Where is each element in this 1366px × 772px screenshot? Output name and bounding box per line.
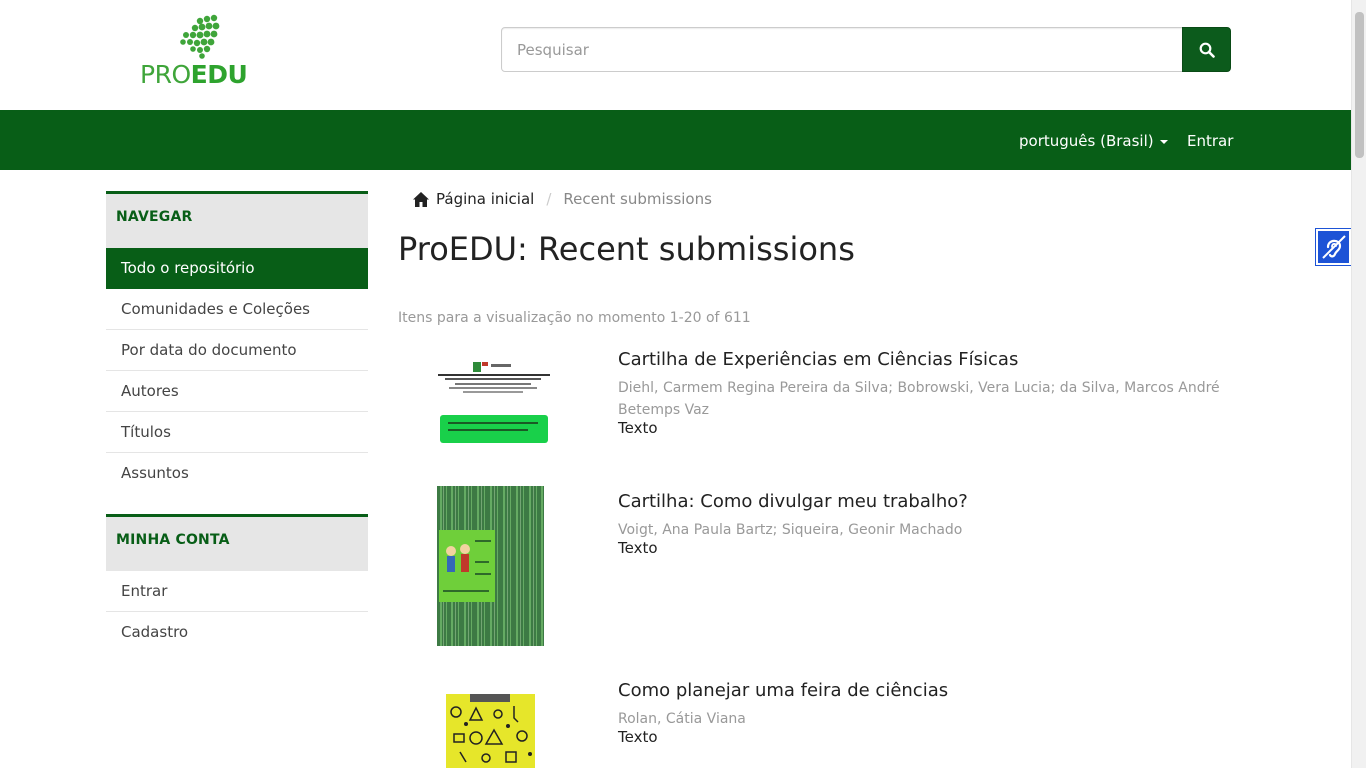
logo-pro: PRO <box>140 60 191 89</box>
hearing-accessibility-icon <box>1321 235 1346 259</box>
language-dropdown[interactable]: português (Brasil) <box>1019 132 1168 150</box>
caret-down-icon <box>1159 139 1168 144</box>
logo-edu: EDU <box>190 60 248 89</box>
logo-dots-icon <box>180 14 220 59</box>
book-cover-thumbnail <box>437 486 544 646</box>
sidebar: NAVEGAR Todo o repositório Comunidades e… <box>106 191 368 653</box>
search-input[interactable] <box>501 27 1183 72</box>
scrollbar-thumb[interactable] <box>1355 12 1364 158</box>
item-type: Texto <box>618 728 658 746</box>
list-item: Cartilha de Experiências em Ciências Fís… <box>398 349 1238 459</box>
breadcrumb-home-link[interactable]: Página inicial <box>436 190 534 208</box>
login-link[interactable]: Entrar <box>1187 132 1233 150</box>
item-title-link[interactable]: Como planejar uma feira de ciências <box>618 680 948 701</box>
breadcrumb: Página inicial / Recent submissions <box>413 190 712 208</box>
sidebar-item-communities[interactable]: Comunidades e Coleções <box>106 289 368 330</box>
sidebar-item-all-repository[interactable]: Todo o repositório <box>106 248 368 289</box>
item-title-link[interactable]: Cartilha: Como divulgar meu trabalho? <box>618 491 968 512</box>
item-thumbnail[interactable] <box>433 359 553 449</box>
sidebar-item-by-date[interactable]: Por data do documento <box>106 330 368 371</box>
search-button[interactable] <box>1182 27 1231 72</box>
sidebar-item-authors[interactable]: Autores <box>106 371 368 412</box>
item-authors: Voigt, Ana Paula Bartz; Siqueira, Geonir… <box>618 522 963 538</box>
sidebar-item-titles[interactable]: Títulos <box>106 412 368 453</box>
home-icon[interactable] <box>413 191 429 207</box>
main-navbar: português (Brasil) Entrar <box>0 110 1351 170</box>
item-thumbnail[interactable] <box>437 486 544 646</box>
science-fair-cover-thumbnail <box>446 694 535 768</box>
item-authors: Rolan, Cátia Viana <box>618 711 746 727</box>
list-item: Cartilha: Como divulgar meu trabalho? Vo… <box>398 486 1238 651</box>
breadcrumb-current: Recent submissions <box>563 190 712 208</box>
item-type: Texto <box>618 539 658 557</box>
items-count: Itens para a visualização no momento 1-2… <box>398 310 751 326</box>
item-authors: Diehl, Carmem Regina Pereira da Silva; B… <box>618 380 1220 418</box>
browse-heading: NAVEGAR <box>106 191 368 248</box>
search-icon <box>1199 42 1215 58</box>
accessibility-widget[interactable] <box>1316 229 1351 265</box>
sidebar-item-register[interactable]: Cadastro <box>106 612 368 653</box>
page-title: ProEDU: Recent submissions <box>398 230 855 268</box>
language-label: português (Brasil) <box>1019 132 1154 150</box>
site-header: PROEDU <box>0 0 1351 110</box>
item-thumbnail[interactable] <box>446 694 535 768</box>
logo-text: PROEDU <box>140 60 248 89</box>
cartilha-cover-thumbnail <box>433 359 553 449</box>
account-heading: MINHA CONTA <box>106 514 368 571</box>
breadcrumb-separator: / <box>546 190 552 208</box>
sidebar-item-login[interactable]: Entrar <box>106 571 368 612</box>
search-form <box>501 27 1231 72</box>
list-item: Como planejar uma feira de ciências Rola… <box>398 680 1238 768</box>
item-title-link[interactable]: Cartilha de Experiências em Ciências Fís… <box>618 349 1018 370</box>
proedu-logo[interactable]: PROEDU <box>140 14 255 89</box>
page-scrollbar[interactable] <box>1351 0 1366 768</box>
sidebar-item-subjects[interactable]: Assuntos <box>106 453 368 494</box>
item-type: Texto <box>618 419 658 437</box>
